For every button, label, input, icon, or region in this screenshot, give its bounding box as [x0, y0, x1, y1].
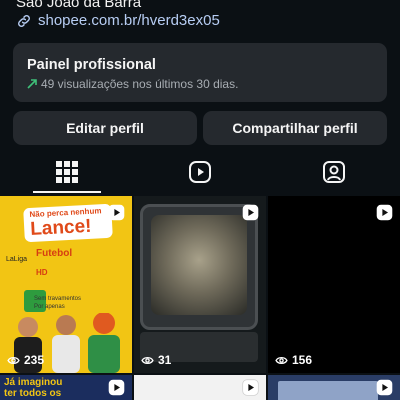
- tab-reels[interactable]: [133, 150, 266, 194]
- tagged-person-icon: [322, 161, 345, 183]
- ad-banner: Não perca nenhum Lance!: [23, 203, 113, 243]
- post-tile[interactable]: 31: [134, 196, 266, 373]
- eye-icon: [275, 356, 288, 364]
- reel-badge-icon: [108, 204, 125, 221]
- grid-icon: [55, 161, 78, 183]
- ad-big-text: Lance!: [29, 215, 93, 240]
- ad-futebol-text: Futebol: [36, 248, 73, 259]
- ad-hd-text: HD: [36, 268, 48, 277]
- eye-icon: [141, 356, 154, 364]
- post-tile[interactable]: 156: [268, 196, 400, 373]
- post-tile[interactable]: Não perca nenhum Lance! LaLiga Futebol H…: [0, 196, 132, 373]
- retro-tv-image: [140, 204, 258, 330]
- reels-icon: [188, 161, 211, 183]
- view-count: 31: [141, 353, 171, 367]
- reel-badge-icon: [242, 379, 259, 396]
- view-count-value: 156: [292, 353, 313, 367]
- reel-badge-icon: [376, 379, 393, 396]
- tab-grid[interactable]: [0, 150, 133, 194]
- profile-location: São João da Barra: [16, 0, 142, 11]
- panel-subtitle-row: 49 visualizações nos últimos 30 dias.: [27, 77, 373, 91]
- reel-badge-icon: [108, 379, 125, 396]
- post-tile[interactable]: [268, 375, 400, 400]
- link-text[interactable]: shopee.com.br/hverd3ex05: [38, 12, 220, 29]
- share-profile-button[interactable]: Compartilhar perfil: [203, 111, 387, 145]
- tab-tagged[interactable]: [267, 150, 400, 194]
- panel-title: Painel profissional: [27, 57, 156, 73]
- edit-profile-button[interactable]: Editar perfil: [13, 111, 197, 145]
- ad-feature-text: Sem travamentos: [34, 296, 82, 302]
- active-tab-indicator: [33, 191, 101, 193]
- post-partial-text: Já imaginou ter todos os: [4, 377, 63, 399]
- panel-subtitle: 49 visualizações nos últimos 30 dias.: [41, 77, 239, 91]
- view-count: 235: [7, 353, 44, 367]
- view-count-value: 235: [24, 353, 45, 367]
- professional-dashboard-panel[interactable]: Painel profissional 49 visualizações nos…: [13, 43, 387, 102]
- screen-image: [278, 381, 378, 400]
- trend-up-arrow-icon: [27, 79, 37, 89]
- tv-screen: [151, 215, 247, 315]
- post-tile[interactable]: Já imaginou ter todos os: [0, 375, 132, 400]
- profile-tabs: [0, 150, 400, 194]
- profile-link[interactable]: shopee.com.br/hverd3ex05: [16, 12, 220, 29]
- view-count: 156: [275, 353, 312, 367]
- eye-icon: [7, 356, 20, 364]
- view-count-value: 31: [158, 353, 172, 367]
- link-icon: [18, 14, 30, 27]
- post-tile[interactable]: [134, 375, 266, 400]
- reel-badge-icon: [376, 204, 393, 221]
- ad-price-text: Por apenas: [34, 304, 65, 310]
- ad-league-logo-text: LaLiga: [6, 256, 28, 263]
- reel-badge-icon: [242, 204, 259, 221]
